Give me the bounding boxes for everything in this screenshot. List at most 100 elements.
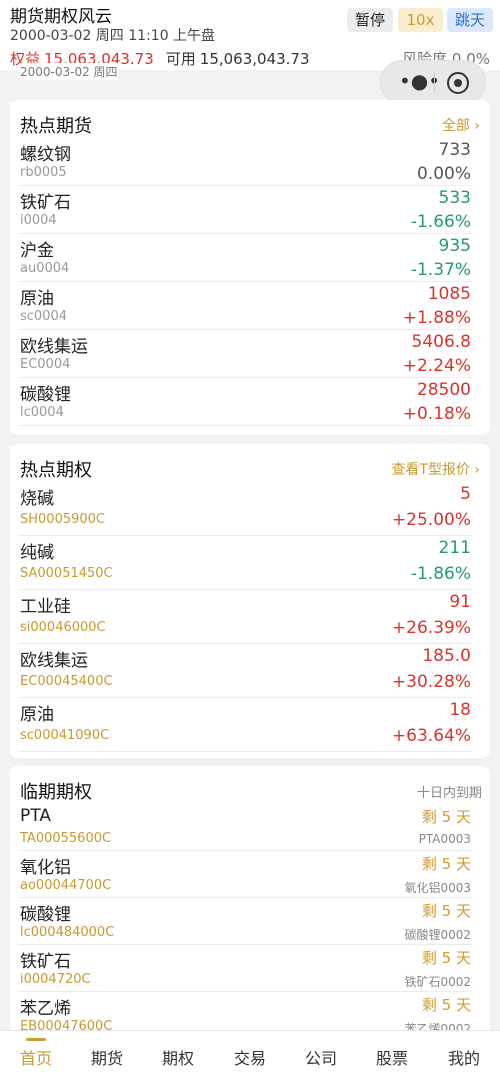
option-name: 工业硅: [20, 597, 71, 617]
expiring-code: TA00055600C: [20, 831, 112, 846]
expiring-name: 氧化铝: [20, 858, 71, 878]
futures-code: lc0004: [20, 405, 64, 420]
futures-row[interactable]: 欧线集运 EC0004 5406.8 +2.24%: [18, 330, 473, 378]
futures-row[interactable]: 铁矿石 i0004 533 -1.66%: [18, 186, 473, 234]
futures-code: rb0005: [20, 165, 67, 180]
option-price: 211: [438, 538, 471, 558]
futures-name: 沪金: [20, 241, 54, 261]
expiring-name: 铁矿石: [20, 952, 71, 972]
expiring-underlying: 铁矿石0002: [404, 975, 471, 989]
speed-button[interactable]: 10x: [398, 8, 443, 32]
futures-name: 欧线集运: [20, 337, 88, 357]
option-code: sc00041090C: [20, 728, 110, 743]
option-change: -1.86%: [410, 564, 471, 584]
close-target-icon[interactable]: [447, 72, 469, 94]
option-row[interactable]: 烧碱 SH0005900C 5 +25.00%: [18, 482, 473, 536]
ghost-date: 2000-03-02 周四: [20, 63, 118, 80]
futures-change: -1.37%: [410, 260, 471, 280]
futures-code: i0004: [20, 213, 57, 228]
futures-price: 733: [438, 140, 471, 160]
expiring-row[interactable]: 碳酸锂 lc000484000C 剩 5 天碳酸锂0002: [18, 898, 473, 945]
futures-row[interactable]: 沪金 au0004 935 -1.37%: [18, 234, 473, 282]
option-name: 原油: [20, 705, 54, 725]
expiring-underlying: PTA0003: [418, 832, 471, 846]
t-quote-link[interactable]: 查看T型报价 ›: [391, 459, 480, 479]
tab-5[interactable]: 股票: [362, 1045, 422, 1069]
option-price: 91: [449, 592, 471, 612]
futures-row[interactable]: 碳酸锂 lc0004 28500 +0.18%: [18, 378, 473, 426]
option-row[interactable]: 原油 sc00041090C 18 +63.64%: [18, 698, 473, 752]
futures-name: 原油: [20, 289, 54, 309]
futures-change: -1.66%: [410, 212, 471, 232]
expiring-remaining-days: 剩 5 天: [421, 996, 471, 1014]
expiring-remaining-days: 剩 5 天: [421, 949, 471, 967]
futures-code: au0004: [20, 261, 70, 276]
hot-futures-title: 热点期货: [20, 116, 92, 137]
futures-name: 碳酸锂: [20, 385, 71, 405]
tab-1[interactable]: 期货: [77, 1045, 137, 1069]
expiring-row[interactable]: 氧化铝 ao00044700C 剩 5 天氧化铝0003: [18, 851, 473, 898]
expiring-hint: 十日内到期: [416, 786, 482, 801]
expiring-code: ao00044700C: [20, 878, 112, 893]
expiring-name: 碳酸锂: [20, 905, 71, 925]
expiring-code: i0004720C: [20, 972, 91, 987]
expiring-remaining-days: 剩 5 天: [421, 902, 471, 920]
option-name: 欧线集运: [20, 651, 88, 671]
futures-price: 28500: [416, 380, 471, 400]
option-code: EC00045400C: [20, 674, 113, 689]
futures-change: +1.88%: [402, 308, 471, 328]
futures-row[interactable]: 螺纹钢 rb0005 733 0.00%: [18, 138, 473, 186]
futures-change: 0.00%: [416, 164, 471, 184]
option-change: +30.28%: [391, 672, 471, 692]
futures-name: 螺纹钢: [20, 145, 71, 165]
futures-name: 铁矿石: [20, 193, 71, 213]
game-datetime: 2000-03-02 周四 11:10 上午盘: [10, 28, 216, 44]
futures-price: 1085: [427, 284, 471, 304]
expiring-row[interactable]: PTA TA00055600C 剩 5 天 PTA0003: [18, 804, 473, 851]
expiring-remaining-days: 剩 5 天: [421, 855, 471, 873]
capsule-divider: [434, 73, 435, 93]
option-name: 纯碱: [20, 543, 54, 563]
futures-price: 533: [438, 188, 471, 208]
tab-4[interactable]: 公司: [291, 1045, 351, 1069]
expiring-remaining-days: 剩 5 天: [421, 808, 471, 826]
futures-price: 935: [438, 236, 471, 256]
skip-day-button[interactable]: 跳天: [447, 8, 493, 32]
futures-price: 5406.8: [411, 332, 471, 352]
tab-0[interactable]: 首页: [6, 1045, 66, 1069]
expiring-options-title: 临期期权: [20, 782, 92, 803]
option-row[interactable]: 纯碱 SA00051450C 211 -1.86%: [18, 536, 473, 590]
option-row[interactable]: 工业硅 si00046000C 91 +26.39%: [18, 590, 473, 644]
app-title: 期货期权风云: [10, 7, 112, 27]
tab-2[interactable]: 期权: [148, 1045, 208, 1069]
active-tab-indicator: [26, 1038, 46, 1041]
option-code: SA00051450C: [20, 566, 113, 581]
futures-code: sc0004: [20, 309, 68, 324]
option-price: 18: [449, 700, 471, 720]
expiring-name: 苯乙烯: [20, 999, 71, 1019]
pause-button[interactable]: 暂停: [347, 8, 393, 32]
expiring-underlying: 氧化铝0003: [404, 881, 471, 895]
option-code: si00046000C: [20, 620, 106, 635]
futures-row[interactable]: 原油 sc0004 1085 +1.88%: [18, 282, 473, 330]
option-row[interactable]: 欧线集运 EC00045400C 185.0 +30.28%: [18, 644, 473, 698]
available-value: 15,063,043.73: [199, 50, 310, 68]
expiring-underlying: 碳酸锂0002: [404, 928, 471, 942]
miniprogram-capsule: •●•: [380, 60, 486, 104]
option-name: 烧碱: [20, 489, 54, 509]
expiring-row[interactable]: 铁矿石 i0004720C 剩 5 天铁矿石0002: [18, 945, 473, 992]
expiring-code: lc000484000C: [20, 925, 115, 940]
option-change: +63.64%: [391, 726, 471, 746]
futures-change: +0.18%: [402, 404, 471, 424]
tab-6[interactable]: 我的: [434, 1045, 494, 1069]
option-change: +26.39%: [391, 618, 471, 638]
option-price: 185.0: [422, 646, 471, 666]
futures-code: EC0004: [20, 357, 71, 372]
option-change: +25.00%: [391, 510, 471, 530]
option-price: 5: [460, 484, 471, 504]
expiring-name: PTA: [20, 806, 51, 826]
futures-change: +2.24%: [402, 356, 471, 376]
tab-3[interactable]: 交易: [220, 1045, 280, 1069]
hot-options-title: 热点期权: [20, 460, 92, 481]
all-futures-link[interactable]: 全部 ›: [442, 115, 480, 135]
